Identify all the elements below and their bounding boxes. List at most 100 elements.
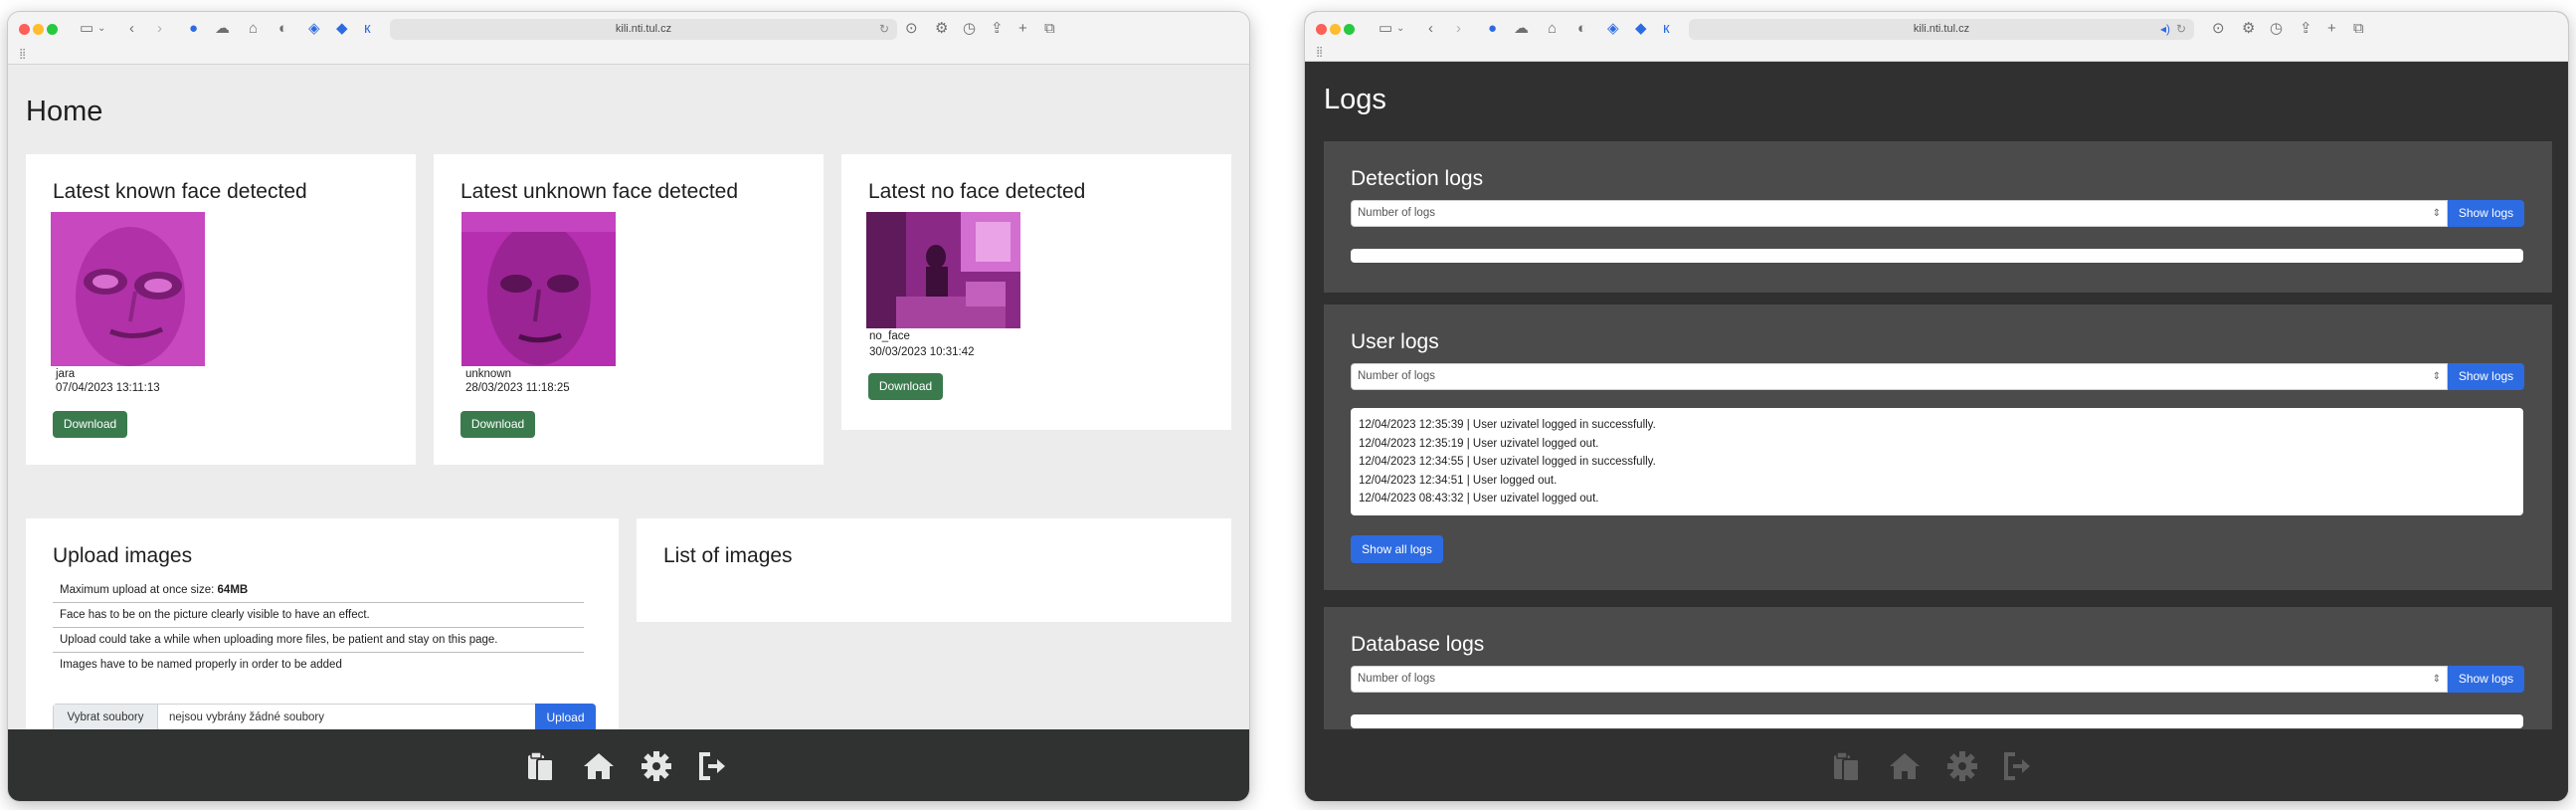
show-user-logs-button[interactable]: Show logs [2448, 363, 2524, 390]
known-face-timestamp: 07/04/2023 13:11:13 [56, 382, 160, 394]
chevron-left-icon[interactable]: ‹ [1428, 19, 1433, 39]
download-unknown-button[interactable]: Download [460, 411, 535, 438]
chevron-down-icon[interactable]: ⌄ [97, 19, 105, 39]
tab-overview-icon[interactable]: ⧉ [1044, 19, 1055, 39]
zoom-window-button[interactable] [47, 24, 58, 35]
bottom-nav [8, 729, 1249, 801]
extension-icon[interactable]: ● [1488, 19, 1497, 39]
extension-shield-icon[interactable]: ◆ [336, 19, 348, 39]
chevron-down-icon[interactable]: ⌄ [1396, 19, 1404, 39]
history-icon[interactable]: ◷ [2270, 19, 2283, 39]
clipboard-icon[interactable] [1830, 749, 1864, 783]
download-icon[interactable]: ⊙ [2212, 19, 2225, 39]
gear-icon[interactable] [1945, 749, 1979, 783]
detection-logs-card: Detection logs Number of logs ⇕ Show log… [1324, 141, 2552, 293]
select-placeholder: Number of logs [1358, 207, 1435, 219]
user-logs-output: 12/04/2023 12:35:39 | User uzivatel logg… [1351, 408, 2523, 515]
address-bar[interactable]: kili.nti.tul.cz ◂) ↻ [1689, 19, 2194, 40]
database-count-select[interactable]: Number of logs ⇕ [1351, 666, 2448, 693]
share-icon[interactable]: ⇪ [2300, 19, 2312, 39]
no-face-timestamp: 30/03/2023 10:31:42 [869, 346, 975, 358]
database-logs-output [1351, 714, 2523, 728]
home-icon[interactable] [582, 749, 616, 783]
chevron-left-icon[interactable]: ‹ [129, 19, 134, 39]
select-arrows-icon: ⇕ [2432, 208, 2441, 219]
close-window-button[interactable] [19, 24, 30, 35]
user-logs-card: User logs Number of logs ⇕ Show logs 12/… [1324, 304, 2552, 590]
zoom-window-button[interactable] [1344, 24, 1355, 35]
cloud-icon[interactable]: ☁ [1514, 19, 1529, 39]
card-title: Upload images [53, 544, 193, 567]
upload-note: Upload could take a while when uploading… [53, 628, 584, 653]
show-detection-logs-button[interactable]: Show logs [2448, 200, 2524, 227]
audio-icon[interactable]: ◂) [2160, 19, 2170, 40]
unknown-face-name: unknown [465, 368, 512, 380]
download-no-face-button[interactable]: Download [868, 373, 943, 400]
reload-icon[interactable]: ↻ [879, 19, 889, 40]
home-icon[interactable] [1888, 749, 1922, 783]
history-icon[interactable]: ◷ [963, 19, 976, 39]
select-placeholder: Number of logs [1358, 673, 1435, 685]
extension-shield-icon[interactable]: ◆ [1635, 19, 1647, 39]
user-count-select[interactable]: Number of logs ⇕ [1351, 363, 2448, 390]
chevron-right-icon[interactable]: › [157, 19, 162, 39]
page-title: Logs [1324, 84, 1386, 115]
extension-icon[interactable]: ● [189, 19, 198, 39]
new-tab-icon[interactable]: + [2327, 19, 2336, 39]
privacy-shield-icon[interactable]: ◈ [1607, 19, 1619, 39]
download-known-button[interactable]: Download [53, 411, 127, 438]
new-tab-icon[interactable]: + [1018, 19, 1027, 39]
logout-icon[interactable] [696, 749, 730, 783]
shield-icon[interactable]: ◐ [278, 19, 287, 39]
cloud-icon[interactable]: ☁ [215, 19, 230, 39]
tab-bar-handle[interactable]: ⣿ [1316, 48, 1323, 58]
log-entry: 12/04/2023 12:35:39 | User uzivatel logg… [1359, 419, 1656, 431]
tab-overview-icon[interactable]: ⧉ [2353, 19, 2364, 39]
download-icon[interactable]: ⊙ [905, 19, 918, 39]
privacy-shield-icon[interactable]: ◈ [308, 19, 320, 39]
sidebar-icon[interactable]: ▭ [1379, 19, 1392, 39]
close-window-button[interactable] [1316, 24, 1327, 35]
no-face-name: no_face [869, 330, 910, 342]
upload-button[interactable]: Upload [535, 704, 596, 732]
minimize-window-button[interactable] [1330, 24, 1341, 35]
file-input[interactable]: Vybrat soubory nejsou vybrány žádné soub… [53, 704, 596, 732]
choose-files-button[interactable]: Vybrat soubory [54, 705, 158, 731]
card-title: Database logs [1351, 633, 1485, 656]
share-icon[interactable]: ⇪ [991, 19, 1004, 39]
home-toolbar-icon[interactable]: ⌂ [1548, 19, 1557, 39]
max-size-value: 64MB [217, 584, 249, 596]
minimize-window-button[interactable] [33, 24, 44, 35]
unknown-face-image [461, 212, 616, 366]
browser-toolbar: ▭ ⌄ ‹ › ● ☁ ⌂ ◐ ◈ ◆ к kili.nti.tul.cz ↻ … [8, 12, 1249, 65]
show-all-logs-button[interactable]: Show all logs [1351, 535, 1443, 563]
upload-info-list: Maximum upload at once size: 64MB Face h… [53, 578, 584, 678]
extension-k-icon[interactable]: к [1663, 19, 1670, 39]
no-files-selected-text: nejsou vybrány žádné soubory [169, 711, 324, 723]
sidebar-icon[interactable]: ▭ [80, 19, 93, 39]
gear-icon[interactable] [640, 749, 673, 783]
settings-toolbar-icon[interactable]: ⚙ [935, 19, 948, 39]
chevron-right-icon[interactable]: › [1456, 19, 1461, 39]
clipboard-icon[interactable] [524, 749, 558, 783]
extension-k-icon[interactable]: к [364, 19, 371, 39]
address-bar[interactable]: kili.nti.tul.cz ↻ [390, 19, 897, 40]
card-title: Latest unknown face detected [460, 180, 739, 203]
log-entry: 12/04/2023 12:34:55 | User uzivatel logg… [1359, 456, 1656, 468]
logs-page: Logs Detection logs Number of logs ⇕ Sho… [1305, 62, 2568, 801]
detection-count-select[interactable]: Number of logs ⇕ [1351, 200, 2448, 227]
log-entry: 12/04/2023 12:34:51 | User logged out. [1359, 474, 1558, 487]
bottom-nav [1305, 729, 2568, 801]
card-title: User logs [1351, 330, 1439, 353]
card-title: Latest no face detected [868, 180, 1086, 203]
page-title: Home [26, 96, 103, 127]
browser-window-logs: ▭ ⌄ ‹ › ● ☁ ⌂ ◐ ◈ ◆ к kili.nti.tul.cz ◂)… [1305, 12, 2568, 801]
unknown-face-timestamp: 28/03/2023 11:18:25 [465, 382, 570, 394]
settings-toolbar-icon[interactable]: ⚙ [2242, 19, 2255, 39]
logout-icon[interactable] [2001, 749, 2035, 783]
show-database-logs-button[interactable]: Show logs [2448, 666, 2524, 693]
tab-bar-handle[interactable]: ⣿ [19, 50, 26, 60]
home-toolbar-icon[interactable]: ⌂ [249, 19, 258, 39]
shield-icon[interactable]: ◐ [1577, 19, 1586, 39]
reload-icon[interactable]: ↻ [2176, 19, 2186, 40]
